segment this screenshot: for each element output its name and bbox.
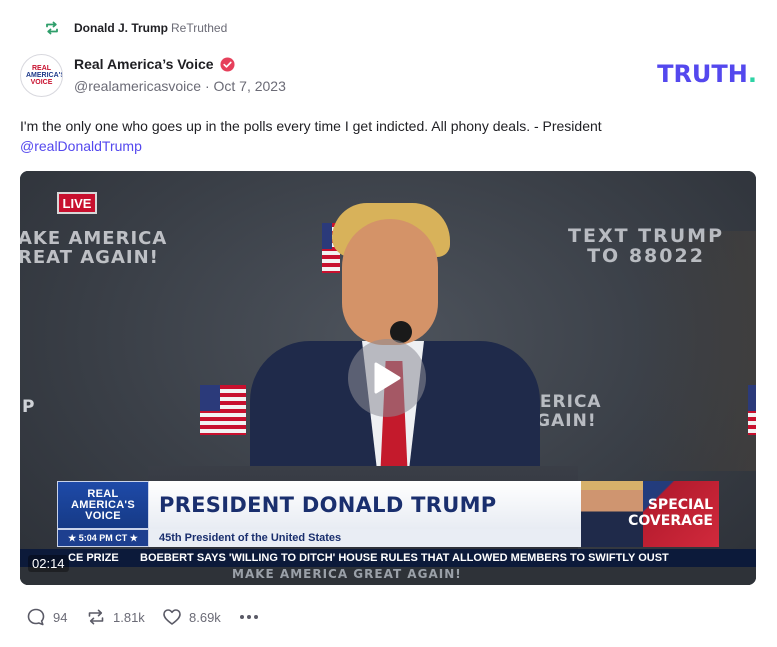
post-date[interactable]: Oct 7, 2023 <box>214 78 286 94</box>
retruth-user-link[interactable]: Donald J. Trump <box>74 21 168 35</box>
lower-third-headline: PRESIDENT DONALD TRUMP <box>149 481 581 529</box>
mention-link[interactable]: @realDonaldTrump <box>20 138 142 154</box>
play-button[interactable] <box>348 339 426 417</box>
avatar[interactable]: REAL AMERICA'S VOICE <box>20 54 63 97</box>
meta-separator: · <box>204 78 210 94</box>
author-block: Real America’s Voice @realamericasvoice … <box>74 54 286 94</box>
post-text: I'm the only one who goes up in the poll… <box>20 116 750 156</box>
bg-text-right: TEXT TRUMP TO 88022 <box>568 225 725 267</box>
bg-letter: P <box>22 397 35 417</box>
post-actions: 94 1.81k 8.69k <box>26 606 260 628</box>
heart-icon <box>163 609 181 625</box>
podium-banner-text: MAKE AMERICA GREAT AGAIN! <box>20 567 756 585</box>
retruth-icon <box>46 21 58 35</box>
verified-badge-icon <box>220 56 235 72</box>
retruth-header: Donald J. Trump ReTruthed <box>44 18 227 38</box>
bg-slogan-left: AKE AMERICA REAT AGAIN! <box>20 228 168 268</box>
live-badge: LIVE <box>57 192 97 214</box>
like-button[interactable]: 8.69k <box>162 607 238 627</box>
video-player[interactable]: LIVE AKE AMERICA REAT AGAIN! TEXT TRUMP … <box>20 171 756 585</box>
avatar-logo: REAL AMERICA'S VOICE <box>26 65 63 86</box>
retruth-count: 1.81k <box>113 609 145 625</box>
post-header: REAL AMERICA'S VOICE Real America’s Voic… <box>20 52 757 100</box>
post-body: I'm the only one who goes up in the poll… <box>20 118 602 134</box>
video-duration: 02:14 <box>28 555 69 572</box>
more-options-icon <box>240 615 258 619</box>
play-icon <box>374 362 401 394</box>
author-name[interactable]: Real America’s Voice <box>74 56 214 72</box>
reply-button[interactable]: 94 <box>26 607 86 627</box>
news-ticker: CE PRIZE BOEBERT SAYS 'WILLING TO DITCH'… <box>20 549 756 567</box>
author-meta: @realamericasvoice · Oct 7, 2023 <box>74 78 286 94</box>
news-lower-third: REAL AMERICA'S VOICE ★ 5:04 PM CT ★ PRES… <box>57 481 719 549</box>
broadcast-time: ★ 5:04 PM CT ★ <box>57 529 149 547</box>
video-light <box>636 231 756 471</box>
flag-far-right <box>748 385 756 435</box>
reply-count: 94 <box>53 609 68 625</box>
special-coverage-graphic: SPECIAL COVERAGE <box>581 481 719 547</box>
network-logo: REAL AMERICA'S VOICE <box>57 481 149 529</box>
truth-social-logo: TRUTH. <box>657 60 757 88</box>
retruth-button[interactable]: 1.81k <box>86 607 162 627</box>
author-handle[interactable]: @realamericasvoice <box>74 78 201 94</box>
more-options-button[interactable] <box>238 607 260 627</box>
like-count: 8.69k <box>189 609 221 625</box>
reply-icon <box>27 608 45 626</box>
retruth-action-icon <box>88 609 104 625</box>
lower-third-subheadline: 45th President of the United States <box>149 529 581 547</box>
retruth-label: ReTruthed <box>171 21 228 35</box>
